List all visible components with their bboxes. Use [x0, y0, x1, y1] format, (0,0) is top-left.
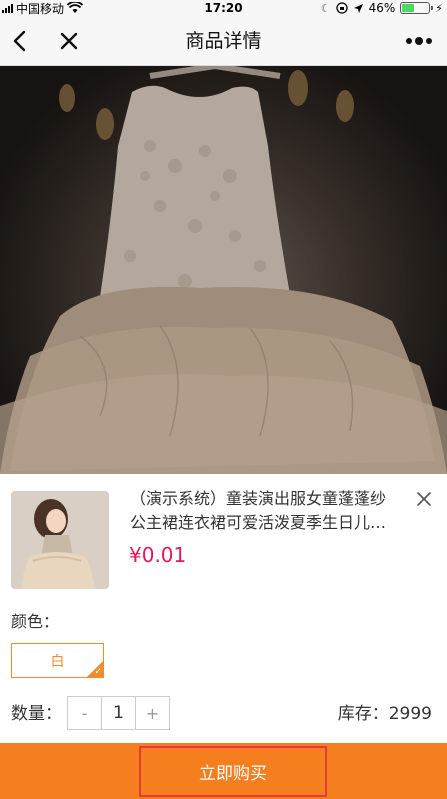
product-thumbnail — [11, 491, 109, 589]
color-option-label: 白 — [50, 653, 65, 670]
sheet-close-button[interactable] — [413, 488, 435, 510]
battery-icon — [400, 2, 434, 14]
status-bar: 中国移动 17:20 ☾ 46% ⚡ — [0, 0, 447, 16]
close-icon — [417, 492, 431, 506]
rotation-lock-icon — [335, 2, 348, 14]
moon-icon: ☾ — [320, 1, 331, 15]
stock-count: 库存：2999 — [337, 704, 432, 724]
decrement-button[interactable]: - — [68, 697, 101, 729]
product-price: ¥0.01 — [129, 543, 187, 567]
location-icon — [353, 3, 363, 13]
product-name-line1: （演示系统）童装演出服女童蓬蓬纱 — [130, 489, 387, 508]
quantity-stepper: - 1 + — [67, 696, 170, 730]
close-page-button[interactable] — [52, 16, 86, 66]
quantity-label: 数量： — [11, 704, 62, 724]
close-icon — [60, 32, 78, 50]
increment-button[interactable]: + — [136, 697, 169, 729]
thumbnail-image — [11, 491, 109, 589]
buy-bar: 立即购买 — [0, 743, 447, 799]
product-name-line2: 公主裙连衣裙可爱活泼夏季生日儿… — [130, 513, 387, 532]
more-dots-icon — [406, 37, 432, 45]
buy-now-button[interactable]: 立即购买 — [139, 746, 327, 797]
hero-dim-overlay — [0, 66, 447, 474]
color-label: 颜色： — [11, 612, 60, 631]
product-image — [0, 66, 447, 474]
check-icon: ✓ — [94, 667, 102, 677]
quantity-input[interactable]: 1 — [101, 697, 136, 729]
status-right: ☾ 46% ⚡ — [321, 0, 443, 16]
spec-sheet: （演示系统）童装演出服女童蓬蓬纱 公主裙连衣裙可爱活泼夏季生日儿… ¥0.01 … — [0, 474, 447, 799]
more-button[interactable] — [399, 16, 439, 66]
charging-icon: ⚡ — [435, 1, 443, 15]
battery-percent: 46% — [368, 1, 396, 15]
back-button[interactable] — [4, 16, 34, 66]
chevron-left-icon — [13, 30, 26, 52]
nav-bar: 商品详情 — [0, 16, 447, 66]
color-option-white[interactable]: 白 ✓ — [11, 643, 104, 678]
product-name: （演示系统）童装演出服女童蓬蓬纱 公主裙连衣裙可爱活泼夏季生日儿… — [130, 487, 395, 535]
